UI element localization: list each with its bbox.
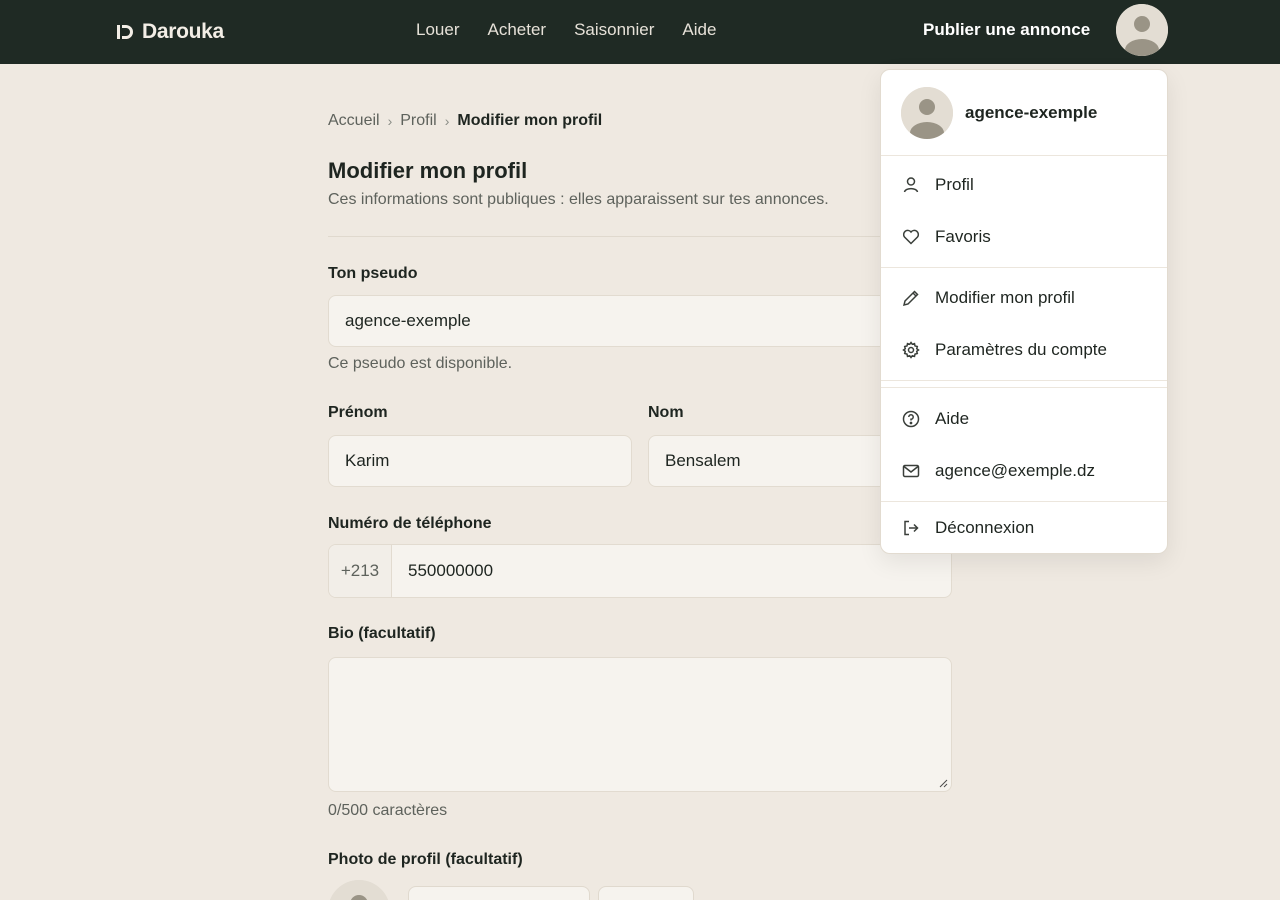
menu-avatar xyxy=(901,87,953,139)
logo-icon xyxy=(117,25,133,39)
nav-louer[interactable]: Louer xyxy=(416,20,459,40)
page-subtitle: Ces informations sont publiques : elles … xyxy=(328,191,829,208)
pseudo-availability: Ce pseudo est disponible. xyxy=(328,355,513,372)
nom-value: Bensalem xyxy=(665,451,741,470)
bio-char-counter: 0/500 caractères xyxy=(328,802,448,819)
menu-item-label: Aide xyxy=(935,409,970,428)
menu-item-favoris[interactable]: Favoris xyxy=(881,215,1167,259)
menu-item-modifier-profil[interactable]: Modifier mon profil xyxy=(881,276,1167,320)
account-dropdown-menu: agence-exemple Profil Favoris Modifier m… xyxy=(880,69,1168,554)
breadcrumb-profil[interactable]: Profil xyxy=(400,112,436,130)
mail-icon xyxy=(902,464,920,478)
menu-item-aide[interactable]: Aide xyxy=(881,397,1167,441)
user-icon xyxy=(903,177,919,193)
avatar-icon xyxy=(1116,4,1168,56)
heart-icon xyxy=(902,229,920,245)
chevron-right-icon: › xyxy=(444,113,450,129)
resize-handle-icon[interactable] xyxy=(938,778,948,788)
nav-saisonnier[interactable]: Saisonnier xyxy=(574,20,654,40)
breadcrumb-accueil[interactable]: Accueil xyxy=(328,112,380,130)
upload-photo-button[interactable] xyxy=(408,886,590,900)
pseudo-value: agence-exemple xyxy=(345,311,471,330)
menu-divider xyxy=(881,501,1167,502)
photo-label: Photo de profil (facultatif) xyxy=(328,851,523,868)
prenom-label: Prénom xyxy=(328,404,388,421)
menu-divider xyxy=(881,155,1167,156)
avatar-icon xyxy=(328,880,390,900)
gear-icon xyxy=(902,341,920,359)
menu-item-email[interactable]: agence@exemple.dz xyxy=(881,449,1167,493)
menu-item-profil[interactable]: Profil xyxy=(881,163,1167,207)
publish-listing-button[interactable]: Publier une annonce xyxy=(923,20,1090,40)
nom-input[interactable]: Bensalem xyxy=(648,435,888,487)
remove-photo-button[interactable] xyxy=(598,886,694,900)
menu-item-deconnexion[interactable]: Déconnexion xyxy=(881,506,1167,550)
menu-item-parametres[interactable]: Paramètres du compte xyxy=(881,328,1167,372)
section-divider xyxy=(328,236,952,237)
main-nav: Louer Acheter Saisonnier Aide xyxy=(416,20,716,40)
chevron-right-icon: › xyxy=(387,113,393,129)
nav-acheter[interactable]: Acheter xyxy=(487,20,546,40)
pseudo-label: Ton pseudo xyxy=(328,265,418,282)
menu-item-label: Profil xyxy=(935,175,974,194)
account-avatar-button[interactable] xyxy=(1116,4,1168,56)
prenom-value: Karim xyxy=(345,451,390,470)
nav-aide[interactable]: Aide xyxy=(682,20,716,40)
bio-textarea[interactable] xyxy=(328,657,952,792)
menu-item-label: agence@exemple.dz xyxy=(935,461,1095,480)
help-circle-icon xyxy=(902,410,920,428)
prenom-input[interactable]: Karim xyxy=(328,435,632,487)
breadcrumb-current: Modifier mon profil xyxy=(457,112,603,129)
top-navigation-bar: Darouka Louer Acheter Saisonnier Aide Pu… xyxy=(0,0,1280,64)
menu-user-header: agence-exemple xyxy=(881,70,1167,156)
pseudo-input[interactable]: agence-exemple xyxy=(328,295,888,347)
menu-divider xyxy=(881,380,1167,381)
telephone-field: +213 550000000 xyxy=(328,544,952,598)
bio-label: Bio (facultatif) xyxy=(328,625,436,642)
brand-name: Darouka xyxy=(142,20,224,43)
menu-divider xyxy=(881,387,1167,388)
nom-label: Nom xyxy=(648,404,684,421)
menu-item-label: Modifier mon profil xyxy=(935,288,1075,307)
avatar-icon xyxy=(901,87,953,139)
menu-item-label: Paramètres du compte xyxy=(935,340,1107,359)
pencil-icon xyxy=(902,290,919,307)
logout-icon xyxy=(904,520,919,536)
menu-item-label: Déconnexion xyxy=(935,518,1035,537)
breadcrumb: Accueil › Profil › Modifier mon profil xyxy=(328,112,602,130)
menu-divider xyxy=(881,267,1167,268)
telephone-input[interactable]: 550000000 xyxy=(392,545,951,597)
page-title: Modifier mon profil xyxy=(328,158,528,183)
country-code-prefix: +213 xyxy=(329,545,392,597)
menu-username: agence-exemple xyxy=(965,103,1098,122)
menu-item-label: Favoris xyxy=(935,227,991,246)
brand-logo[interactable]: Darouka xyxy=(116,19,224,45)
profile-photo-preview xyxy=(328,880,390,900)
telephone-label: Numéro de téléphone xyxy=(328,515,492,532)
